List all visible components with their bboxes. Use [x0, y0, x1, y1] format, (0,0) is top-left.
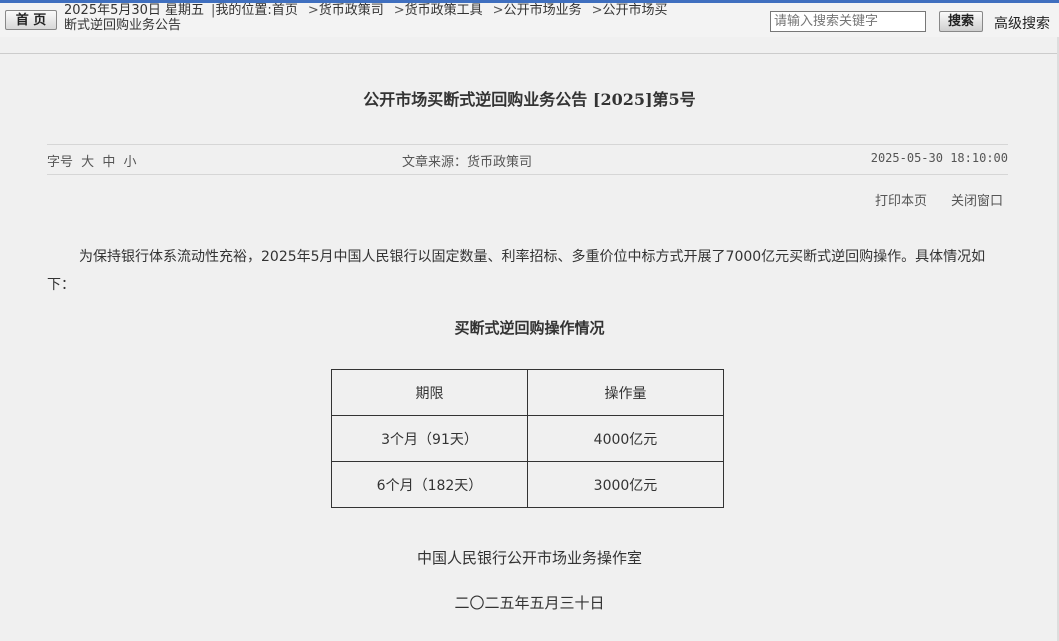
article-title: 公开市场买断式逆回购业务公告 [2025]第5号	[363, 90, 696, 109]
header-volume: 操作量	[527, 369, 724, 416]
cell-term: 3个月（91天）	[331, 415, 528, 462]
breadcrumb: 2025年5月30日 星期五 |我的位置:首页 >货币政策司 >货币政策工具 >公开市场…	[64, 3, 764, 37]
cell-volume: 3000亿元	[527, 461, 724, 508]
close-window-link[interactable]: 关闭窗口	[951, 190, 1003, 209]
signature-date: 二〇二五年五月三十日	[454, 594, 605, 612]
header-term: 期限	[331, 369, 528, 416]
chevron-right-icon: >	[393, 3, 405, 18]
divider	[47, 174, 1008, 175]
breadcrumb-open-market[interactable]: 公开市场业务	[504, 3, 582, 18]
current-date: 2025年5月30日 星期五	[64, 3, 205, 18]
font-size-medium[interactable]: 中	[102, 155, 115, 170]
operations-table: 期限 操作量 3个月（91天） 4000亿元 6个月（182天） 3000亿元	[331, 369, 724, 508]
publish-datetime: 2025-05-30 18:10:00	[870, 151, 1008, 165]
breadcrumb-current[interactable]: 公开市场买	[603, 3, 668, 18]
breadcrumb-policy-tools[interactable]: 货币政策工具	[405, 3, 483, 18]
font-size-small[interactable]: 小	[123, 155, 136, 170]
chevron-right-icon: >	[591, 3, 603, 18]
article-source: 文章来源：货币政策司	[402, 155, 533, 170]
chevron-right-icon: >	[307, 3, 319, 18]
table-row: 6个月（182天） 3000亿元	[331, 461, 724, 508]
chevron-right-icon: >	[492, 3, 504, 18]
breadcrumb-home[interactable]: 首页	[272, 3, 298, 18]
table-caption: 买断式逆回购操作情况	[454, 319, 605, 337]
cell-term: 6个月（182天）	[331, 461, 528, 508]
advanced-search-link[interactable]: 高级搜索	[994, 13, 1050, 33]
top-bar: 首 页 2025年5月30日 星期五 |我的位置:首页 >货币政策司 >货币政策工具 >…	[0, 0, 1059, 37]
home-button[interactable]: 首 页	[5, 10, 57, 30]
table-header-row: 期限 操作量	[331, 369, 724, 416]
font-size-label: 字号	[47, 155, 74, 170]
divider	[47, 144, 1008, 145]
breadcrumb-current-cont[interactable]: 断式逆回购业务公告	[64, 18, 764, 33]
location-label: 我的位置:	[215, 3, 272, 18]
article-paragraph: 为保持银行体系流动性充裕，2025年5月中国人民银行以固定数量、利率招标、多重价…	[47, 249, 986, 293]
breadcrumb-monetary-policy-dept[interactable]: 货币政策司	[319, 3, 384, 18]
search-button[interactable]: 搜索	[939, 11, 983, 32]
font-size-large[interactable]: 大	[81, 155, 94, 170]
print-page-link[interactable]: 打印本页	[875, 190, 927, 209]
signature: 中国人民银行公开市场业务操作室	[416, 549, 642, 567]
search-input[interactable]	[770, 11, 926, 32]
cell-volume: 4000亿元	[527, 415, 724, 462]
font-size-control: 字号 大 中 小	[47, 151, 136, 170]
header-divider	[0, 53, 1059, 54]
table-row: 3个月（91天） 4000亿元	[331, 415, 724, 462]
